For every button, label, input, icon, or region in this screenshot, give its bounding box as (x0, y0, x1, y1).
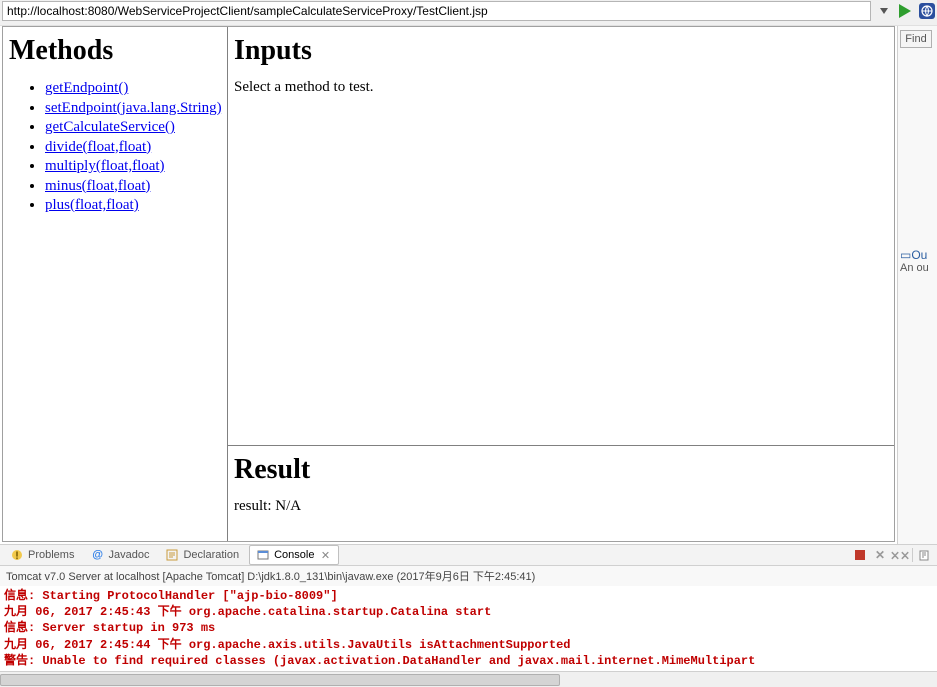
right-pane: Inputs Select a method to test. Result r… (228, 27, 894, 541)
browser-frame: Methods getEndpoint() setEndpoint(java.l… (2, 26, 895, 542)
method-item: getEndpoint() (45, 79, 221, 99)
result-text: result: N/A (234, 498, 888, 515)
javadoc-icon: @ (90, 548, 104, 562)
problems-icon (10, 548, 24, 562)
views-tabbar: Problems @ Javadoc Declaration Console ✕… (0, 544, 937, 566)
methods-list: getEndpoint() setEndpoint(java.lang.Stri… (9, 79, 221, 216)
method-item: setEndpoint(java.lang.String) (45, 99, 221, 119)
scrollbar-thumb[interactable] (0, 674, 560, 686)
method-item: minus(float,float) (45, 177, 221, 197)
console-output[interactable]: 信息: Starting ProtocolHandler ["ajp-bio-8… (0, 586, 937, 671)
clear-console-icon[interactable] (917, 547, 933, 563)
horizontal-scrollbar[interactable] (0, 671, 937, 687)
tab-label: Declaration (183, 549, 239, 561)
go-icon[interactable] (897, 3, 913, 19)
browser-globe-icon[interactable] (919, 3, 935, 19)
inputs-heading: Inputs (234, 35, 888, 67)
console-line: 信息: Server startup in 973 ms (4, 620, 933, 636)
tab-label: Problems (28, 549, 74, 561)
url-dropdown-icon[interactable] (877, 1, 891, 21)
method-link[interactable]: setEndpoint(java.lang.String) (45, 100, 222, 116)
inputs-text: Select a method to test. (234, 79, 888, 96)
method-link[interactable]: minus(float,float) (45, 178, 150, 194)
close-icon[interactable]: ✕ (318, 548, 332, 562)
remove-all-icon[interactable]: ⨯⨯ (892, 547, 908, 563)
terminate-icon[interactable] (852, 547, 868, 563)
console-line: 信息: Starting ProtocolHandler ["ajp-bio-8… (4, 588, 933, 604)
method-link[interactable]: getEndpoint() (45, 80, 128, 96)
result-pane: Result result: N/A (228, 446, 894, 541)
methods-heading: Methods (9, 35, 221, 67)
url-bar (0, 0, 937, 26)
console-icon (256, 548, 270, 562)
remove-launch-icon[interactable]: ✕ (872, 547, 888, 563)
tab-label: Console (274, 549, 314, 561)
tab-javadoc[interactable]: @ Javadoc (84, 546, 155, 564)
outline-icon[interactable]: ▭Ou (900, 248, 935, 262)
method-link[interactable]: plus(float,float) (45, 197, 139, 213)
console-line: 九月 06, 2017 2:45:43 下午 org.apache.catali… (4, 604, 933, 620)
method-item: getCalculateService() (45, 118, 221, 138)
declaration-icon (165, 548, 179, 562)
method-item: plus(float,float) (45, 196, 221, 216)
tab-declaration[interactable]: Declaration (159, 546, 245, 564)
console-title: Tomcat v7.0 Server at localhost [Apache … (0, 566, 937, 586)
content-area: Methods getEndpoint() setEndpoint(java.l… (0, 26, 937, 544)
find-button[interactable]: Find (900, 30, 932, 48)
method-item: multiply(float,float) (45, 157, 221, 177)
console-line: 九月 06, 2017 2:45:44 下午 org.apache.axis.u… (4, 637, 933, 653)
inputs-pane: Inputs Select a method to test. (228, 27, 894, 446)
tab-problems[interactable]: Problems (4, 546, 80, 564)
method-item: divide(float,float) (45, 138, 221, 158)
console-line: 警告: Unable to find required classes (jav… (4, 653, 933, 669)
tab-label: Javadoc (108, 549, 149, 561)
method-link[interactable]: getCalculateService() (45, 119, 175, 135)
tab-console[interactable]: Console ✕ (249, 545, 339, 565)
methods-pane: Methods getEndpoint() setEndpoint(java.l… (3, 27, 228, 541)
method-link[interactable]: divide(float,float) (45, 139, 151, 155)
right-sidebar: Find ▭Ou An ou (897, 26, 937, 544)
method-link[interactable]: multiply(float,float) (45, 158, 165, 174)
outline-text: An ou (900, 262, 935, 274)
result-heading: Result (234, 454, 888, 486)
url-input[interactable] (2, 1, 871, 21)
